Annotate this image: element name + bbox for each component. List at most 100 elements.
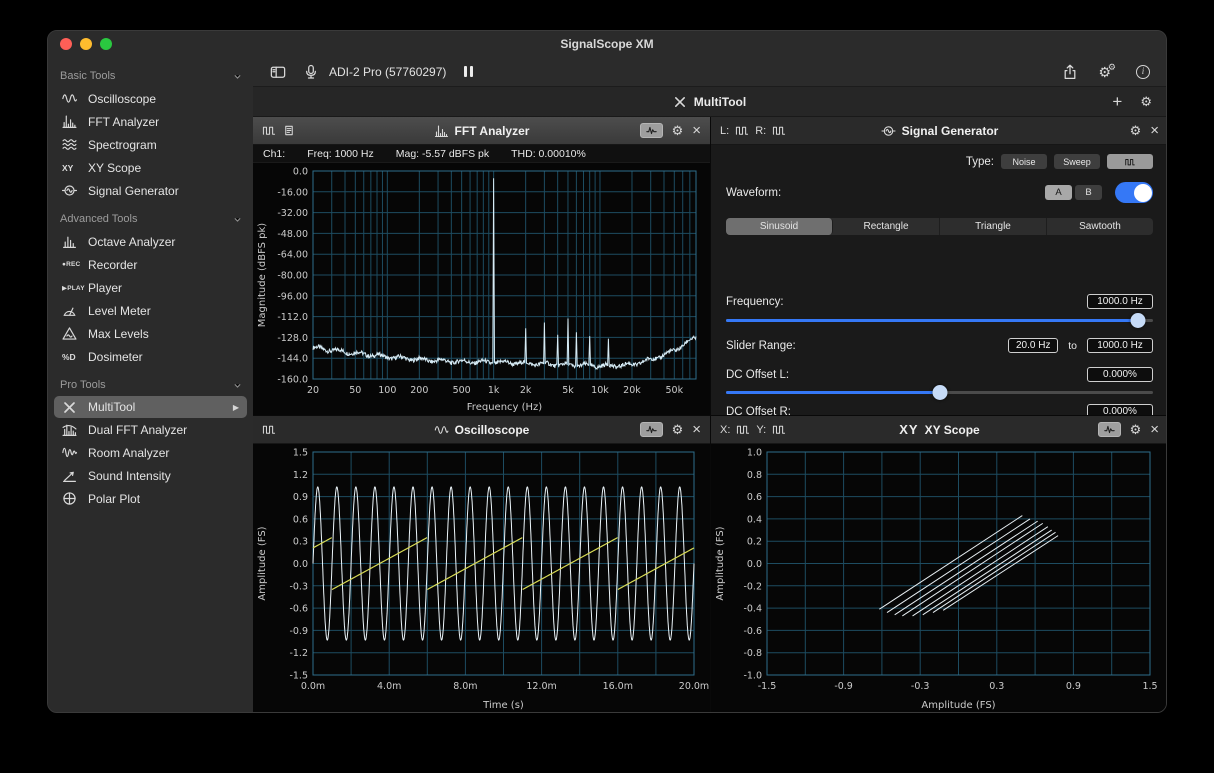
xy-scope-panel: X: Y: XY XY Scope ⚙ [711, 416, 1167, 713]
chevron-down-icon [232, 214, 243, 225]
svg-text:0.2: 0.2 [747, 537, 762, 548]
minimize-window-button[interactable] [80, 38, 92, 50]
segment-sawtooth[interactable]: Sawtooth [1047, 218, 1153, 235]
slider-knob[interactable] [1131, 313, 1146, 328]
sidebar-item-xy-scope[interactable]: XY XY Scope [48, 156, 253, 179]
svg-text:1k: 1k [488, 385, 500, 396]
sidebar-section-pro-tools[interactable]: Pro Tools [60, 375, 243, 395]
device-selector[interactable]: ADI-2 Pro (57760297) [303, 64, 446, 80]
add-tool-button[interactable]: + [1112, 93, 1122, 110]
range-min-field[interactable]: 20.0 Hz [1008, 338, 1058, 353]
panel-settings-button[interactable]: ⚙ [672, 423, 684, 436]
sidebar-item-player[interactable]: ▶PLAY Player [48, 276, 253, 299]
panel-close-button[interactable]: × [692, 422, 701, 437]
slider-knob[interactable] [932, 385, 947, 400]
multitool-settings-button[interactable]: ⚙ [1140, 95, 1152, 108]
xy-scope-panel-header[interactable]: X: Y: XY XY Scope ⚙ [711, 416, 1167, 444]
right-output-signal-icon[interactable] [772, 124, 786, 137]
waveform-a-button[interactable]: A [1045, 185, 1072, 200]
waveform-enable-toggle[interactable] [1115, 182, 1153, 203]
panel-close-button[interactable]: × [1150, 422, 1159, 437]
titlebar[interactable]: SignalScope XM [48, 31, 1166, 57]
waveform-segmented-control: Sinusoid Rectangle Triangle Sawtooth [726, 218, 1153, 235]
panel-close-button[interactable]: × [692, 123, 701, 138]
range-max-field[interactable]: 1000.0 Hz [1087, 338, 1153, 353]
sidebar-section-advanced-tools[interactable]: Advanced Tools [60, 209, 243, 229]
waveform-label: Waveform: [726, 187, 781, 199]
info-button[interactable]: i [1136, 65, 1150, 79]
waveform-type-button[interactable] [1107, 154, 1153, 169]
sidebar-item-recorder[interactable]: ●REC Recorder [48, 253, 253, 276]
snapshot-icon[interactable] [282, 124, 296, 137]
oscilloscope-panel-header[interactable]: Oscilloscope ⚙ × [253, 416, 710, 444]
segment-rectangle[interactable]: Rectangle [833, 218, 940, 235]
sidebar-section-basic-tools[interactable]: Basic Tools [60, 66, 243, 86]
panel-settings-button[interactable]: ⚙ [672, 124, 684, 137]
sidebar-item-sound-intensity[interactable]: Sound Intensity [48, 464, 253, 487]
sidebar-item-multitool[interactable]: MultiTool ▶ [54, 396, 247, 418]
frequency-value-field[interactable]: 1000.0 Hz [1087, 294, 1153, 309]
left-output-signal-icon[interactable] [735, 124, 749, 137]
pause-bar [470, 66, 473, 77]
sidebar-item-room-analyzer[interactable]: Room Analyzer [48, 441, 253, 464]
sidebar-toggle-button[interactable] [269, 64, 287, 80]
chart-display-toggle[interactable] [1098, 422, 1121, 437]
chart-display-toggle[interactable] [640, 123, 663, 138]
signal-generator-panel-header[interactable]: L: R: Signal Generator ⚙ [711, 117, 1167, 145]
frequency-slider[interactable] [726, 312, 1153, 328]
sidebar-item-dual-fft-analyzer[interactable]: Dual FFT Analyzer [48, 418, 253, 441]
sidebar-item-level-meter[interactable]: Level Meter [48, 299, 253, 322]
sidebar-item-max-levels[interactable]: Max Levels [48, 322, 253, 345]
sidebar-item-fft-analyzer[interactable]: FFT Analyzer [48, 110, 253, 133]
sidebar-item-label: Polar Plot [88, 492, 140, 506]
toggle-knob [1134, 184, 1152, 202]
fft-chart[interactable]: 20501002005001k2k5k10k20k50k0.0-16.00-32… [253, 163, 710, 415]
x-input-signal-icon[interactable] [736, 423, 750, 436]
sidebar-item-signal-generator[interactable]: Signal Generator [48, 179, 253, 202]
sweep-type-button[interactable]: Sweep [1054, 154, 1100, 169]
fft-readout-bar: Ch1: Freq: 1000 Hz Mag: -5.57 dBFS pk TH… [253, 145, 710, 163]
share-button[interactable] [1062, 64, 1078, 80]
svg-text:-0.2: -0.2 [743, 581, 762, 592]
panel-title: XY Scope [925, 423, 980, 437]
input-signal-icon[interactable] [262, 423, 276, 436]
waveform-b-button[interactable]: B [1075, 185, 1102, 200]
fft-panel-header[interactable]: FFT Analyzer ⚙ × [253, 117, 710, 145]
readout-frequency: Freq: 1000 Hz [307, 148, 374, 160]
svg-text:16.0m: 16.0m [603, 681, 633, 692]
recorder-icon: ●REC [62, 261, 88, 268]
segment-triangle[interactable]: Triangle [940, 218, 1047, 235]
noise-type-button[interactable]: Noise [1001, 154, 1047, 169]
segment-sinusoid[interactable]: Sinusoid [726, 218, 833, 235]
oscilloscope-icon [62, 91, 88, 106]
sidebar-item-octave-analyzer[interactable]: Octave Analyzer [48, 230, 253, 253]
sidebar-item-label: Octave Analyzer [88, 235, 175, 249]
sidebar-item-spectrogram[interactable]: Spectrogram [48, 133, 253, 156]
xy-chart[interactable]: -1.5-0.9-0.30.30.91.51.00.80.60.40.20.0-… [711, 444, 1167, 713]
svg-text:-16.00: -16.00 [277, 187, 308, 198]
svg-text:0.8: 0.8 [747, 470, 762, 481]
sidebar-item-dosimeter[interactable]: %D Dosimeter [48, 345, 253, 368]
zoom-window-button[interactable] [100, 38, 112, 50]
settings-button[interactable]: ⚙ ⚙ [1098, 65, 1116, 79]
panel-close-button[interactable]: × [1150, 123, 1159, 138]
sidebar-item-label: Sound Intensity [88, 469, 171, 483]
chart-display-toggle[interactable] [640, 422, 663, 437]
sidebar-item-label: XY Scope [88, 161, 141, 175]
close-window-button[interactable] [60, 38, 72, 50]
y-input-signal-icon[interactable] [772, 423, 786, 436]
panel-settings-button[interactable]: ⚙ [1130, 423, 1142, 436]
svg-text:0.0m: 0.0m [301, 681, 325, 692]
dc-offset-l-slider[interactable] [726, 384, 1153, 400]
dc-offset-r-field[interactable]: 0.000% [1087, 404, 1153, 415]
svg-text:0.6: 0.6 [293, 514, 308, 525]
oscilloscope-chart[interactable]: 0.0m4.0m8.0m12.0m16.0m20.0m1.51.20.90.60… [253, 444, 710, 713]
pause-button[interactable] [464, 66, 473, 77]
panel-settings-button[interactable]: ⚙ [1130, 124, 1142, 137]
sidebar-item-polar-plot[interactable]: Polar Plot [48, 487, 253, 510]
svg-text:10k: 10k [591, 385, 609, 396]
sidebar-item-oscilloscope[interactable]: Oscilloscope [48, 87, 253, 110]
dc-offset-l-field[interactable]: 0.000% [1087, 367, 1153, 382]
right-channel-label: R: [755, 125, 766, 137]
svg-text:-48.00: -48.00 [277, 229, 308, 240]
